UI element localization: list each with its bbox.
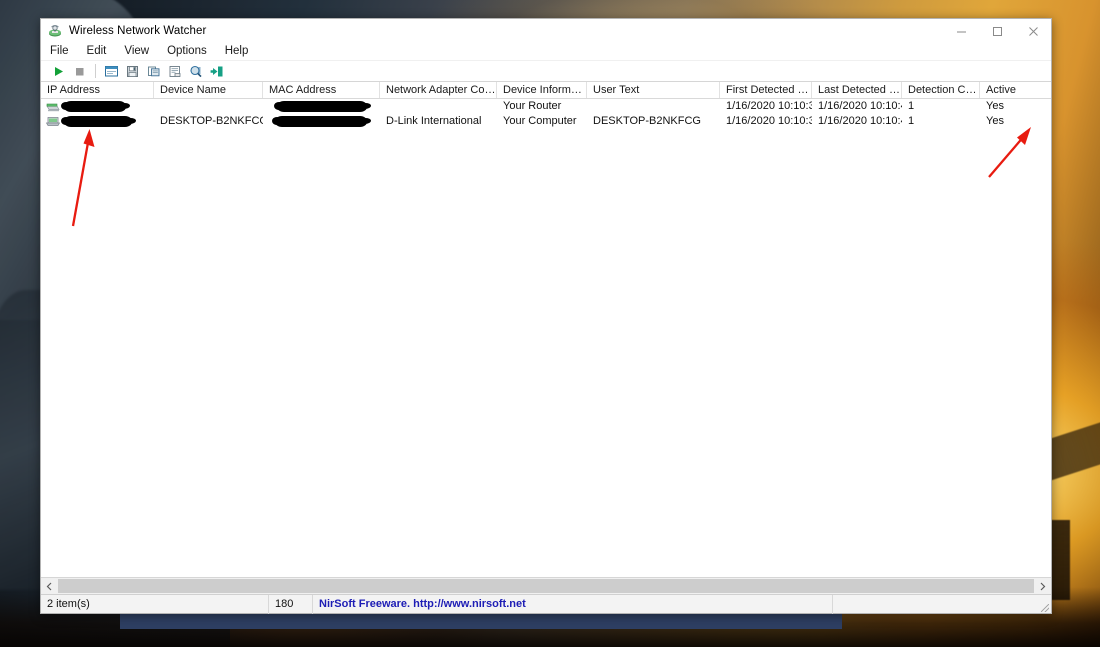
- background-window-bar[interactable]: [120, 613, 842, 629]
- cell-device-information[interactable]: Your Computer: [497, 114, 587, 129]
- cell-ip-address[interactable]: [41, 115, 154, 129]
- title-bar[interactable]: Wireless Network Watcher: [41, 19, 1051, 43]
- column-device-information[interactable]: Device Information: [497, 82, 587, 98]
- minimize-button[interactable]: [943, 19, 979, 43]
- column-detection-count[interactable]: Detection Count: [902, 82, 980, 98]
- computer-device-icon: [45, 115, 61, 129]
- exit-door-arrow-icon[interactable]: [207, 62, 226, 80]
- stop-scan-button[interactable]: [70, 62, 89, 80]
- cell-detection-count[interactable]: 1: [902, 99, 980, 114]
- cell-active[interactable]: Yes: [980, 99, 1024, 114]
- cell-mac-address[interactable]: [263, 101, 380, 112]
- menu-options[interactable]: Options: [166, 44, 215, 59]
- cell-detection-count[interactable]: 1: [902, 114, 980, 129]
- maximize-button[interactable]: [979, 19, 1015, 43]
- cell-first-detected-on[interactable]: 1/16/2020 10:10:30...: [720, 99, 812, 114]
- table-row[interactable]: DESKTOP-B2NKFCG D-Link International You…: [41, 114, 1051, 129]
- redacted-mac-address: [274, 101, 367, 112]
- scroll-right-button[interactable]: [1034, 578, 1051, 594]
- table-header: IP Address Device Name MAC Address Netwo…: [41, 82, 1051, 99]
- start-scan-button[interactable]: [49, 62, 68, 80]
- cell-device-name[interactable]: DESKTOP-B2NKFCG: [154, 114, 263, 129]
- redacted-ip-address: [61, 116, 132, 127]
- status-bar: 2 item(s) 180 NirSoft Freeware. http://w…: [41, 594, 1051, 614]
- magnifier-options-icon[interactable]: [186, 62, 205, 80]
- redacted-mac-address: [272, 116, 367, 127]
- table-row[interactable]: Your Router 1/16/2020 10:10:30... 1/16/2…: [41, 99, 1051, 114]
- redacted-ip-address: [61, 101, 126, 112]
- floppy-save-icon[interactable]: [123, 62, 142, 80]
- resize-grip[interactable]: [1037, 595, 1051, 614]
- cell-ip-address[interactable]: [41, 100, 154, 114]
- menu-bar: File Edit View Options Help: [41, 43, 1051, 61]
- cell-mac-address[interactable]: [263, 116, 380, 127]
- window-title: Wireless Network Watcher: [69, 25, 207, 37]
- column-device-name[interactable]: Device Name: [154, 82, 263, 98]
- column-mac-address[interactable]: MAC Address: [263, 82, 380, 98]
- window-properties-icon[interactable]: [102, 62, 121, 80]
- scrollbar-track[interactable]: [58, 578, 1034, 594]
- menu-edit[interactable]: Edit: [86, 44, 115, 59]
- cell-user-text[interactable]: DESKTOP-B2NKFCG: [587, 114, 720, 129]
- cell-network-adapter-company[interactable]: D-Link International: [380, 114, 497, 129]
- scroll-left-button[interactable]: [41, 578, 58, 594]
- copy-icon[interactable]: [144, 62, 163, 80]
- annotation-arrow-right: [988, 127, 1031, 178]
- wireless-network-watcher-window: Wireless Network Watcher File Edit View …: [40, 18, 1052, 614]
- column-last-detected-on[interactable]: Last Detected On: [812, 82, 902, 98]
- horizontal-scrollbar[interactable]: [41, 577, 1051, 594]
- toolbar-separator: [95, 64, 96, 78]
- status-item-count: 2 item(s): [41, 594, 269, 614]
- column-active[interactable]: Active: [980, 82, 1024, 98]
- report-page-icon[interactable]: [165, 62, 184, 80]
- cell-active[interactable]: Yes: [980, 114, 1024, 129]
- table-body[interactable]: Your Router 1/16/2020 10:10:30... 1/16/2…: [41, 99, 1051, 577]
- status-scan-value: 180: [269, 594, 313, 614]
- network-device-icon: [47, 23, 63, 39]
- column-user-text[interactable]: User Text: [587, 82, 720, 98]
- column-ip-address[interactable]: IP Address: [41, 82, 154, 98]
- cell-last-detected-on[interactable]: 1/16/2020 10:10:49...: [812, 114, 902, 129]
- cell-last-detected-on[interactable]: 1/16/2020 10:10:46...: [812, 99, 902, 114]
- toolbar: [41, 61, 1051, 82]
- cell-first-detected-on[interactable]: 1/16/2020 10:10:31...: [720, 114, 812, 129]
- status-filler: [833, 595, 1037, 614]
- annotation-arrow-left: [71, 129, 95, 227]
- router-device-icon: [45, 100, 61, 114]
- menu-help[interactable]: Help: [224, 44, 257, 59]
- status-nirsoft-link[interactable]: NirSoft Freeware. http://www.nirsoft.net: [313, 594, 833, 614]
- cell-device-information[interactable]: Your Router: [497, 99, 587, 114]
- menu-file[interactable]: File: [49, 44, 77, 59]
- window-controls: [943, 19, 1051, 43]
- close-button[interactable]: [1015, 19, 1051, 43]
- column-network-adapter-company[interactable]: Network Adapter Comp...: [380, 82, 497, 98]
- desktop-background: Wireless Network Watcher File Edit View …: [0, 0, 1100, 647]
- menu-view[interactable]: View: [123, 44, 157, 59]
- column-first-detected-on[interactable]: First Detected On: [720, 82, 812, 98]
- scrollbar-thumb[interactable]: [58, 579, 1034, 593]
